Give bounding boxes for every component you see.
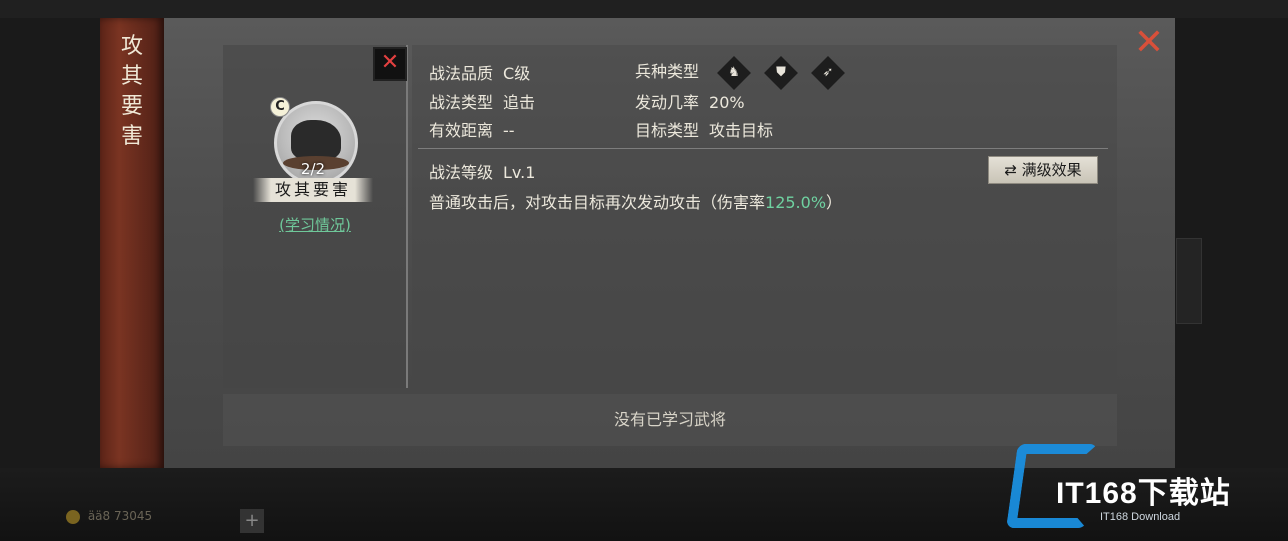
troop-row: 兵种类型 ♞ ⛊ ➶	[635, 55, 846, 90]
quality-row: 战法品质 C级	[429, 60, 530, 84]
level-row: 战法等级 Lv.1	[429, 159, 535, 183]
no-learned-message: 没有已学习武将	[613, 410, 726, 429]
skill-count: 2/2	[300, 160, 326, 178]
skill-name: 攻其要害	[253, 178, 373, 202]
warrior-figure	[291, 120, 341, 160]
unequip-close-icon[interactable]: ✕	[373, 47, 407, 81]
type-row: 战法类型 追击	[429, 89, 535, 113]
close-icon[interactable]: ✕	[1131, 25, 1167, 62]
range-label: 有效距离	[429, 121, 494, 140]
quality-value: C级	[503, 64, 531, 83]
shield-icon: ⛊	[764, 55, 799, 90]
target-label: 目标类型	[635, 121, 700, 140]
skill-description: 普通攻击后，对攻击目标再次发动攻击（伤害率125.0%）	[429, 189, 842, 213]
swap-icon: ⇄	[1004, 161, 1017, 179]
type-value: 追击	[503, 93, 536, 112]
add-resource-button[interactable]: +	[240, 509, 264, 533]
trigger-label: 发动几率	[635, 93, 700, 112]
damage-rate: 125.0%	[765, 193, 827, 212]
background-top-bar	[0, 0, 1288, 18]
range-value: --	[503, 121, 515, 140]
target-value: 攻击目标	[709, 121, 774, 140]
desc-prefix: 普通攻击后，对攻击目标再次发动攻击（伤害率	[429, 193, 766, 212]
modal-side-banner: 攻其要害	[100, 18, 164, 468]
coin-icon	[66, 509, 80, 524]
type-label: 战法类型	[429, 93, 494, 112]
background-resource: ää8 73045	[66, 509, 152, 524]
trigger-row: 发动几率 20%	[635, 89, 745, 113]
target-row: 目标类型 攻击目标	[635, 117, 773, 141]
learn-status-link[interactable]: (学习情况)	[263, 214, 367, 235]
modal-title: 攻其要害	[120, 34, 143, 149]
watermark-sub: IT168 Download	[1100, 511, 1181, 523]
watermark: IT168下载站 IT168 Download	[1006, 444, 1282, 532]
level-label: 战法等级	[429, 163, 494, 182]
max-level-label: 满级效果	[1021, 161, 1082, 179]
troop-label: 兵种类型	[635, 62, 700, 81]
range-row: 有效距离 --	[429, 117, 515, 141]
learned-generals-bar: 没有已学习武将	[223, 394, 1117, 446]
level-value: Lv.1	[503, 163, 536, 182]
side-tab[interactable]	[1176, 238, 1202, 324]
watermark-brand: IT168下载站	[1056, 477, 1231, 510]
cavalry-icon: ♞	[717, 55, 752, 90]
info-divider	[418, 148, 1108, 149]
trigger-value: 20%	[709, 93, 745, 112]
archer-icon: ➶	[811, 55, 846, 90]
grade-badge: C	[270, 97, 290, 117]
skill-info-panel: 战法品质 C级 战法类型 追击 有效距离 -- 兵种类型 ♞ ⛊ ➶ 发动几率 20% …	[412, 45, 1117, 388]
desc-suffix: ）	[826, 193, 843, 212]
resource-text: ää8 73045	[87, 509, 153, 523]
skill-card: ✕ C 2/2 攻其要害 (学习情况)	[223, 45, 408, 388]
max-level-effect-button[interactable]: ⇄ 满级效果	[988, 156, 1098, 184]
skill-detail-modal: 攻其要害 ✕ ✕ C 2/2 攻其要害 (学习情况) 战法品质 C级 战法类型 追击…	[100, 18, 1175, 468]
quality-label: 战法品质	[429, 64, 494, 83]
